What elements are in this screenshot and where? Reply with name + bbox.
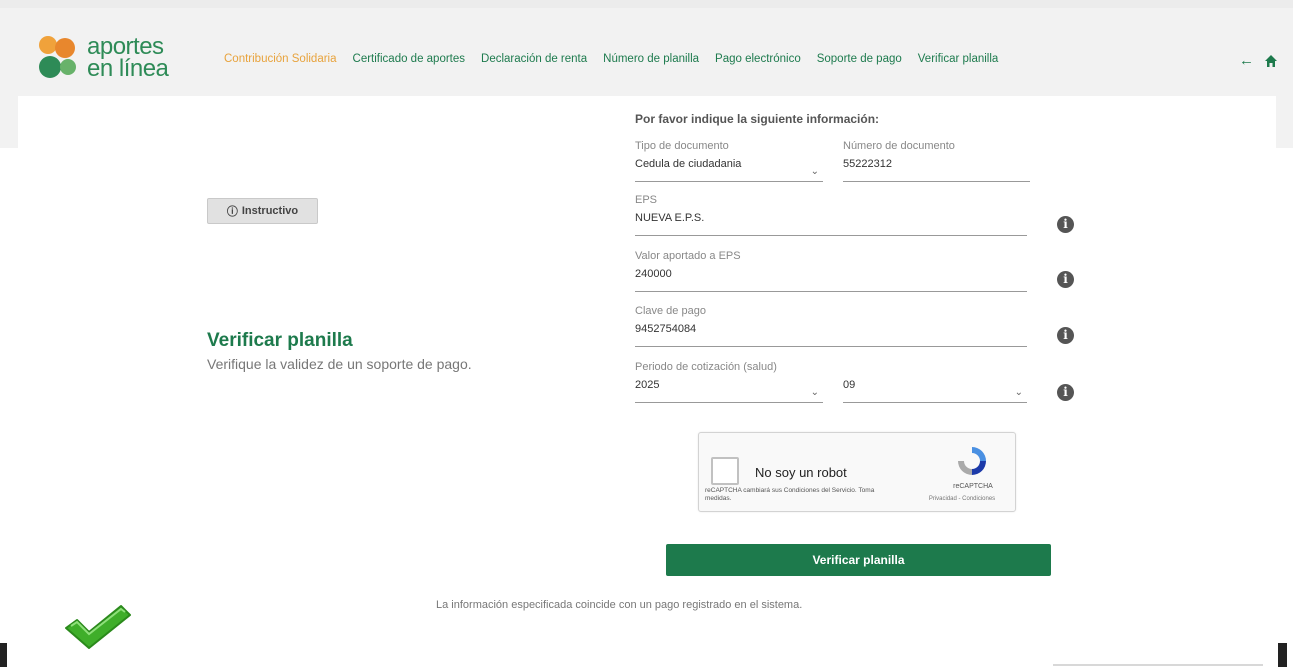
- nav-contribucion-solidaria[interactable]: Contribución Solidaria: [224, 53, 337, 65]
- periodo-month-select[interactable]: 09 ⌄: [843, 361, 1027, 403]
- nav-declaracion-renta[interactable]: Declaración de renta: [481, 53, 587, 65]
- doc-type-select[interactable]: Tipo de documento Cedula de ciudadania ⌄: [635, 140, 823, 182]
- valor-info-icon[interactable]: i: [1057, 271, 1074, 288]
- nav-soporte-pago[interactable]: Soporte de pago: [817, 53, 902, 65]
- clave-pago-value: 9452754084: [635, 323, 697, 335]
- doc-type-value: Cedula de ciudadania: [635, 158, 742, 170]
- eps-info-icon[interactable]: i: [1057, 216, 1074, 233]
- eps-field[interactable]: EPS NUEVA E.P.S.: [635, 194, 1027, 236]
- periodo-label: Periodo de cotización (salud): [635, 361, 777, 373]
- recaptcha-logo-icon: [958, 447, 986, 475]
- nav-pago-electronico[interactable]: Pago electrónico: [715, 53, 801, 65]
- recaptcha-widget: No soy un robot reCAPTCHA cambiará sus C…: [698, 432, 1016, 512]
- clave-pago-label: Clave de pago: [635, 305, 706, 317]
- window-top-edge: [0, 0, 1293, 8]
- page-title: Verificar planilla: [207, 330, 353, 351]
- clave-pago-field[interactable]: Clave de pago 9452754084: [635, 305, 1027, 347]
- recaptcha-checkbox[interactable]: [711, 457, 739, 485]
- logo-text: aportes en línea: [87, 35, 169, 82]
- doc-type-label: Tipo de documento: [635, 140, 729, 152]
- doc-number-label: Número de documento: [843, 140, 955, 152]
- field-underline: [843, 402, 1027, 403]
- page-subtitle: Verifique la validez de un soporte de pa…: [207, 356, 472, 372]
- arrow-left-icon[interactable]: ←: [1239, 52, 1254, 69]
- logo-line-2: en línea: [87, 55, 169, 82]
- success-check-icon: [65, 605, 131, 649]
- site-logo[interactable]: aportes en línea: [37, 34, 187, 86]
- eps-label: EPS: [635, 194, 658, 206]
- info-small-icon: ⓘ: [226, 206, 238, 218]
- chevron-down-icon: ⌄: [810, 166, 819, 177]
- nav-verificar-planilla[interactable]: Verificar planilla: [918, 53, 999, 65]
- valor-eps-label: Valor aportado a EPS: [635, 250, 741, 262]
- recaptcha-terms: reCAPTCHA cambiará sus Condiciones del S…: [705, 487, 875, 502]
- logo-dots-icon: [39, 36, 76, 78]
- doc-number-value: 55222312: [843, 158, 892, 170]
- valor-eps-value: 240000: [635, 268, 672, 280]
- field-underline: [843, 181, 1030, 182]
- periodo-info-icon[interactable]: i: [1057, 384, 1074, 401]
- verify-planilla-button[interactable]: Verificar planilla: [666, 544, 1051, 576]
- nav-certificado-aportes[interactable]: Certificado de aportes: [353, 53, 466, 65]
- home-icon[interactable]: [1264, 54, 1278, 68]
- field-underline: [635, 235, 1027, 236]
- periodo-year-value: 2025: [635, 379, 660, 391]
- valor-eps-field[interactable]: Valor aportado a EPS 240000: [635, 250, 1027, 292]
- clave-info-icon[interactable]: i: [1057, 327, 1074, 344]
- form-intro: Por favor indique la siguiente informaci…: [635, 112, 880, 126]
- periodo-month-value: 09: [843, 379, 856, 391]
- chevron-down-icon: ⌄: [810, 387, 819, 398]
- eps-value: NUEVA E.P.S.: [635, 212, 705, 224]
- right-edge-bar: [1278, 643, 1287, 667]
- field-underline: [635, 291, 1027, 292]
- bottom-divider: [1053, 664, 1263, 666]
- periodo-year-select[interactable]: Periodo de cotización (salud) 2025 ⌄: [635, 361, 823, 403]
- field-underline: [635, 346, 1027, 347]
- recaptcha-privacy-links[interactable]: Privacidad - Condiciones: [907, 496, 1017, 502]
- nav-numero-planilla[interactable]: Número de planilla: [603, 53, 699, 65]
- recaptcha-label: No soy un robot: [755, 465, 847, 480]
- main-nav: Contribución Solidaria Certificado de ap…: [224, 53, 1014, 65]
- field-underline: [635, 402, 823, 403]
- instructivo-button[interactable]: ⓘ Instructivo: [207, 198, 318, 224]
- nav-icons: ←: [1239, 52, 1278, 69]
- left-edge-bar: [0, 643, 7, 667]
- field-underline: [635, 181, 823, 182]
- instructivo-label: Instructivo: [241, 205, 299, 217]
- title-block: Verificar planilla Verifique la validez …: [207, 330, 472, 372]
- doc-number-field[interactable]: Número de documento 55222312: [843, 140, 1030, 182]
- recaptcha-brand: reCAPTCHA: [953, 483, 993, 490]
- result-message: La información especificada coincide con…: [436, 599, 803, 611]
- chevron-down-icon: ⌄: [1014, 387, 1023, 398]
